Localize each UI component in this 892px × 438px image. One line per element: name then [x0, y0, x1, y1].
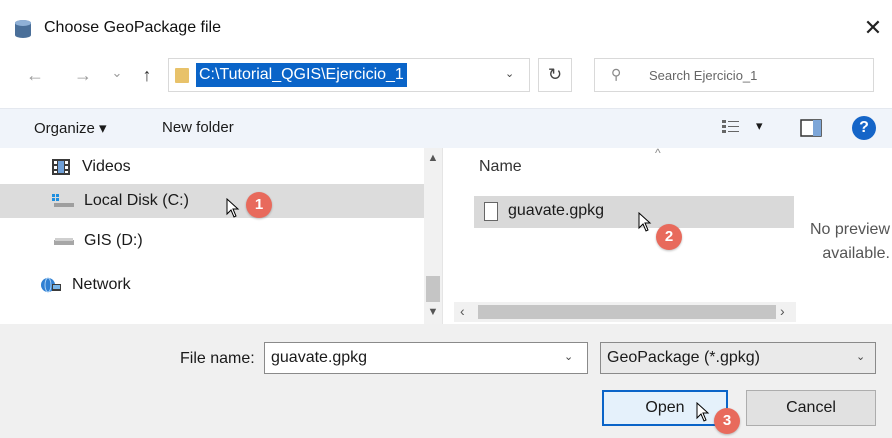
address-bar[interactable]: C:\Tutorial_QGIS\Ejercicio_1 ⌄ [168, 58, 530, 92]
file-list-pane: ^ Name [442, 146, 796, 324]
refresh-icon[interactable]: ↻ [538, 58, 572, 92]
windows-drive-icon [52, 194, 74, 207]
scroll-down-icon[interactable]: ▼ [426, 306, 440, 318]
step-marker-2: 2 [656, 224, 682, 250]
file-icon [484, 202, 498, 221]
sidebar-scrollbar[interactable]: ▲ ▼ [424, 148, 442, 324]
column-header-name[interactable]: Name [479, 158, 522, 176]
up-arrow-icon[interactable]: ↑ [134, 60, 160, 90]
file-name: guavate.gpkg [508, 202, 605, 219]
database-icon [15, 20, 31, 38]
address-path[interactable]: C:\Tutorial_QGIS\Ejercicio_1 [196, 63, 407, 87]
file-item[interactable]: guavate.gpkg [474, 196, 794, 228]
file-name-label: File name: [180, 350, 255, 367]
window-title: Choose GeoPackage file [44, 19, 221, 36]
chevron-down-icon[interactable]: ⌄ [856, 350, 865, 363]
search-icon: ⚲ [611, 66, 622, 82]
scroll-right-icon[interactable]: › [780, 303, 785, 319]
drive-icon [54, 238, 74, 245]
close-icon[interactable]: ✕ [858, 14, 888, 42]
view-dropdown-icon[interactable]: ▾ [756, 118, 763, 134]
forward-arrow-icon[interactable]: → [70, 60, 96, 90]
sidebar-item-label: Network [72, 276, 131, 293]
preview-pane-icon[interactable] [800, 119, 822, 137]
recent-locations-icon[interactable]: ⌄ [108, 58, 126, 88]
help-icon[interactable]: ? [852, 116, 876, 140]
sort-ascending-icon: ^ [655, 146, 661, 160]
scroll-thumb[interactable] [478, 305, 776, 319]
search-box[interactable]: ⚲ Search Ejercicio_1 [594, 58, 874, 92]
folder-icon [175, 68, 189, 83]
preview-pane: No preview available. [796, 148, 892, 324]
file-type-select[interactable]: GeoPackage (*.gpkg) [600, 342, 876, 374]
navigation-pane: Videos Local Disk (C:) GIS (D:) Network [0, 148, 442, 324]
title-bar: Choose GeoPackage file ✕ [0, 0, 892, 54]
view-options-icon[interactable] [722, 119, 740, 135]
sidebar-item-label: Local Disk (C:) [84, 192, 189, 209]
mouse-pointer-icon [696, 402, 710, 422]
chevron-down-icon[interactable]: ⌄ [505, 67, 514, 80]
cancel-button[interactable]: Cancel [746, 390, 876, 426]
sidebar-item-videos[interactable]: Videos [0, 150, 424, 184]
command-toolbar: Organize ▾ New folder ▾ [0, 108, 892, 148]
mouse-pointer-icon [638, 212, 652, 232]
sidebar-item-network[interactable]: Network [0, 268, 424, 302]
step-marker-1: 1 [246, 192, 272, 218]
video-folder-icon [52, 159, 70, 175]
organize-button[interactable]: Organize ▾ [34, 119, 107, 137]
scroll-thumb[interactable] [426, 276, 440, 302]
mouse-pointer-icon [226, 198, 240, 218]
horizontal-scrollbar[interactable]: ‹ › [454, 302, 796, 322]
sidebar-item-gis-drive[interactable]: GIS (D:) [0, 224, 424, 258]
sidebar-item-local-disk[interactable]: Local Disk (C:) [0, 184, 424, 218]
file-name-input[interactable]: guavate.gpkg [264, 342, 588, 374]
scroll-left-icon[interactable]: ‹ [460, 303, 465, 319]
preview-message: No preview available. [809, 221, 890, 262]
chevron-down-icon[interactable]: ⌄ [564, 350, 573, 363]
sidebar-item-label: Videos [82, 158, 131, 175]
step-marker-3: 3 [714, 408, 740, 434]
scroll-up-icon[interactable]: ▲ [426, 152, 440, 164]
network-icon [41, 277, 61, 293]
new-folder-button[interactable]: New folder [162, 119, 234, 136]
sidebar-item-label: GIS (D:) [84, 232, 143, 249]
back-arrow-icon[interactable]: ← [22, 60, 48, 90]
search-input[interactable]: Search Ejercicio_1 [649, 68, 757, 83]
